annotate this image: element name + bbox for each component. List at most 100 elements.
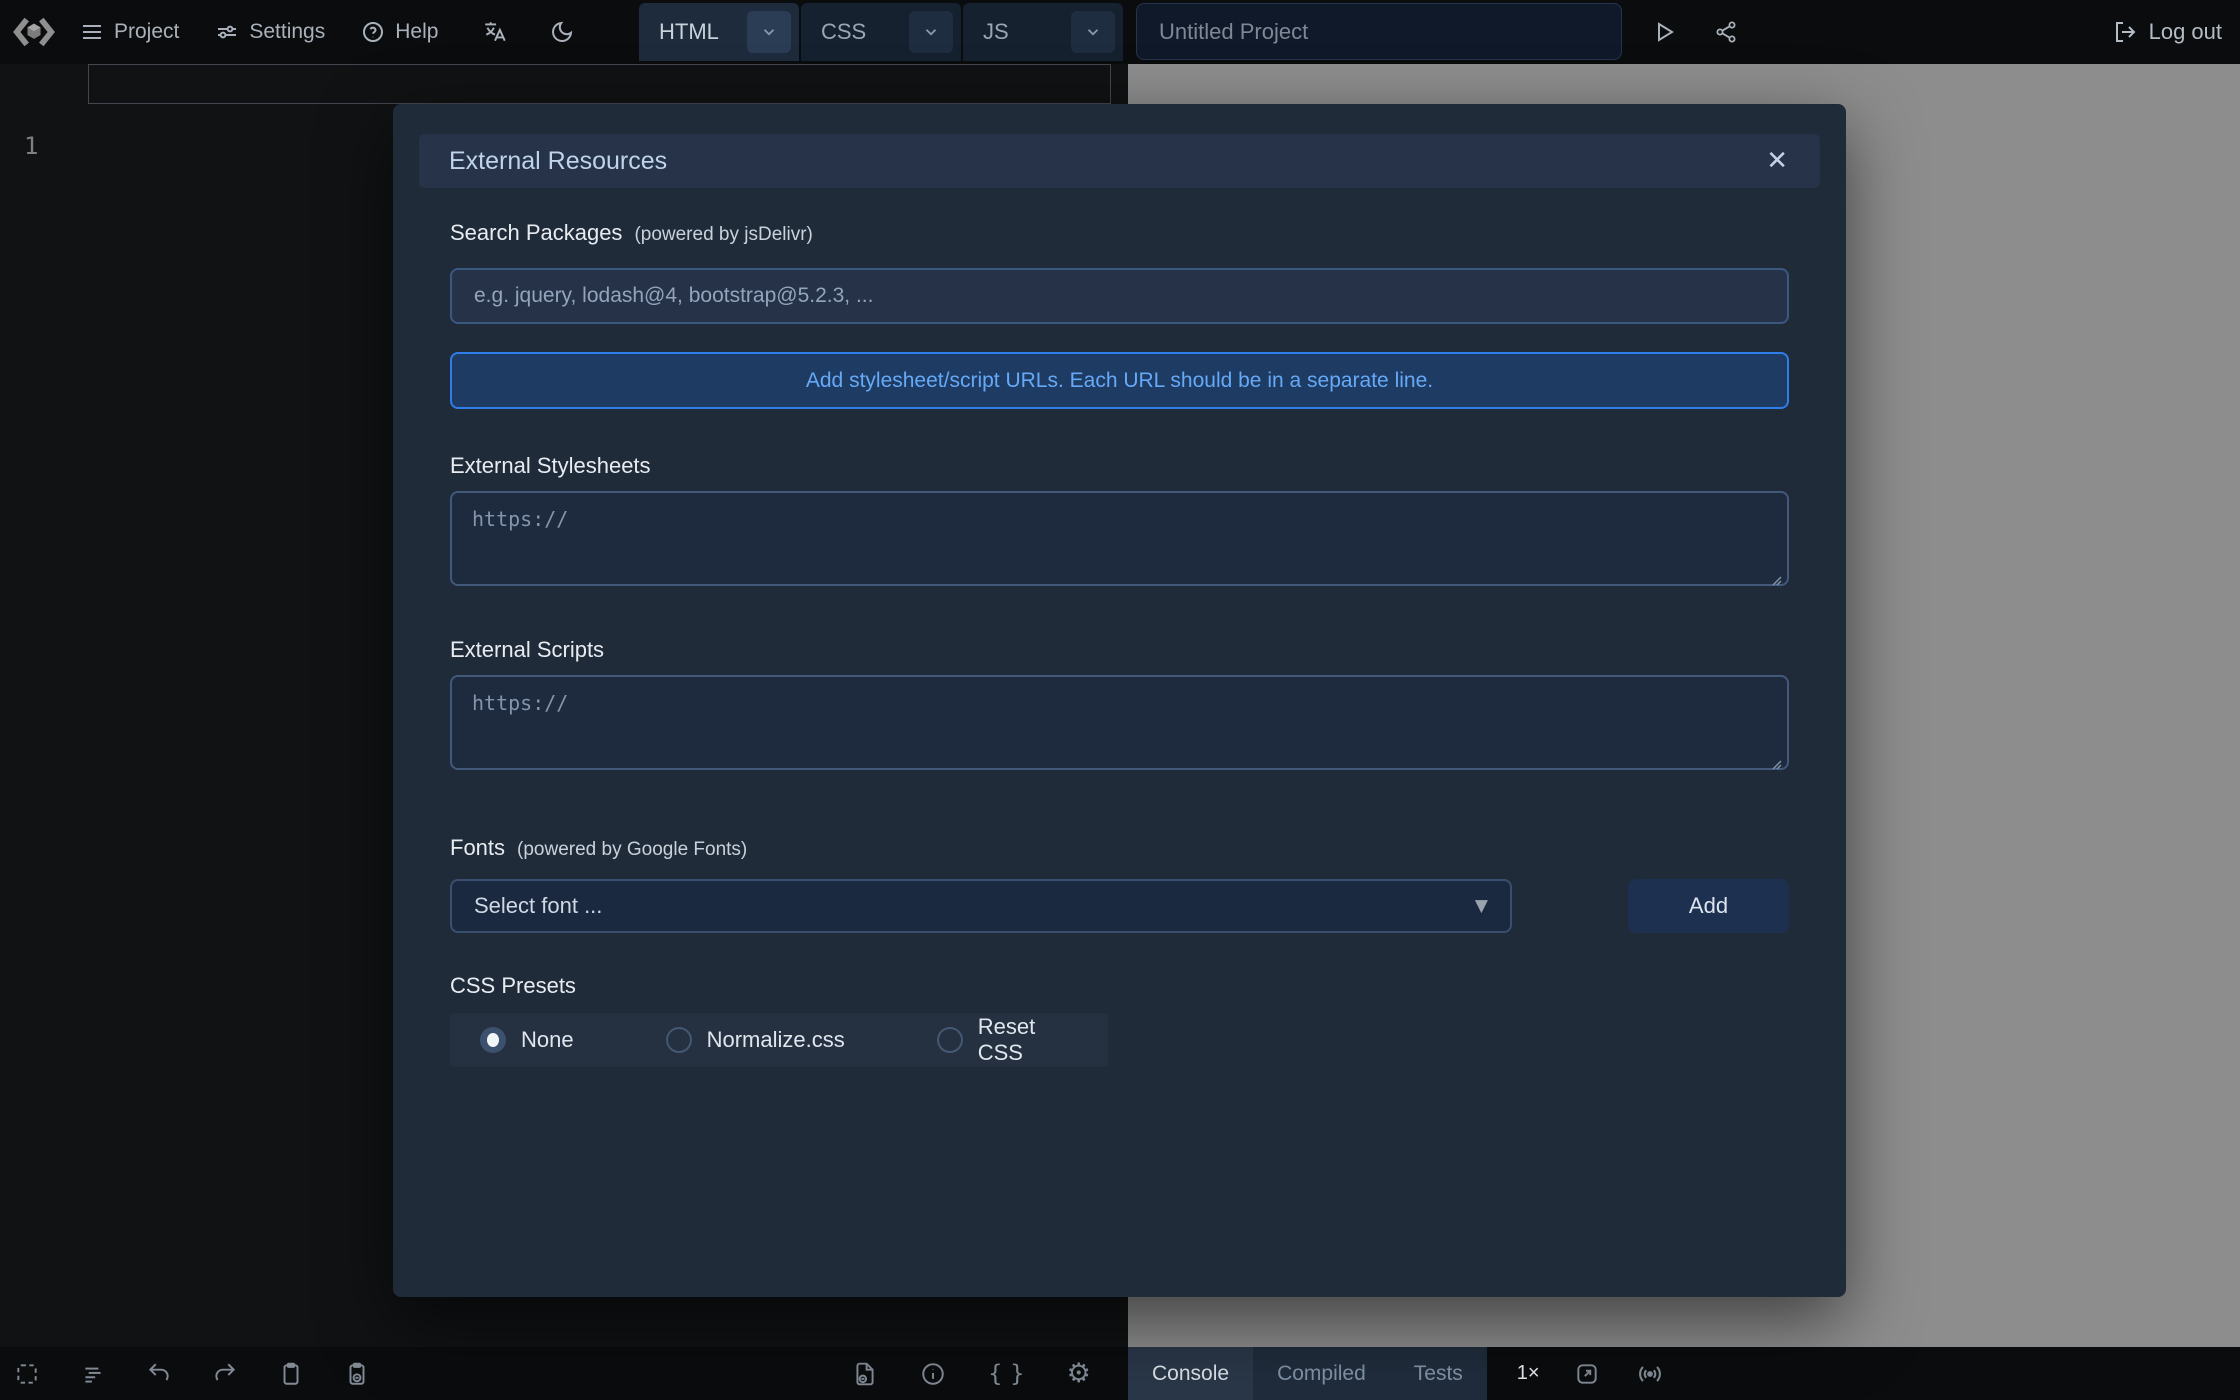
external-scripts-label: External Scripts bbox=[450, 637, 604, 663]
file-settings-icon bbox=[852, 1361, 878, 1387]
add-font-button-label: Add bbox=[1689, 893, 1728, 918]
tests-tab-label: Tests bbox=[1414, 1362, 1463, 1385]
font-select[interactable]: Select font ... ▼ bbox=[450, 879, 1512, 933]
tab-js-label: JS bbox=[983, 19, 1009, 45]
help-circle-icon bbox=[361, 20, 385, 44]
settings-menu[interactable]: Settings bbox=[201, 12, 339, 52]
close-icon: ✕ bbox=[1766, 146, 1788, 176]
broadcast-button[interactable] bbox=[1636, 1360, 1664, 1388]
external-stylesheets-textarea[interactable] bbox=[450, 491, 1789, 586]
search-packages-hint: (powered by jsDelivr) bbox=[634, 224, 812, 246]
select-arrow-icon: ▼ bbox=[1475, 896, 1488, 916]
preset-none-label: None bbox=[521, 1027, 574, 1053]
external-resources-modal: External Resources ✕ Search Packages (po… bbox=[393, 104, 1846, 1297]
settings-menu-label: Settings bbox=[249, 20, 325, 44]
editor-language-tabs: HTML CSS JS bbox=[639, 3, 1123, 61]
tab-css-dropdown[interactable] bbox=[909, 11, 953, 53]
selection-box-icon bbox=[14, 1361, 40, 1387]
fonts-hint: (powered by Google Fonts) bbox=[517, 839, 747, 861]
open-in-new-window-button[interactable] bbox=[1574, 1361, 1600, 1387]
logo-icon bbox=[11, 9, 57, 55]
gear-icon: ⚙ bbox=[1067, 1360, 1091, 1387]
tab-js[interactable]: JS bbox=[963, 3, 1123, 61]
project-title-input[interactable] bbox=[1136, 3, 1622, 60]
share-button[interactable] bbox=[1702, 12, 1750, 52]
preset-option-normalize[interactable]: Normalize.css bbox=[666, 1027, 845, 1053]
radio-unselected-icon bbox=[937, 1027, 963, 1053]
search-packages-label: Search Packages bbox=[450, 220, 622, 246]
share-icon bbox=[1714, 20, 1738, 44]
external-link-icon bbox=[1574, 1361, 1600, 1387]
preset-option-reset[interactable]: Reset CSS bbox=[937, 1014, 1078, 1066]
chevron-down-icon bbox=[760, 23, 778, 41]
console-tab-label: Console bbox=[1152, 1362, 1229, 1385]
preset-option-none[interactable]: None bbox=[480, 1027, 574, 1053]
undo-button[interactable] bbox=[146, 1361, 172, 1387]
project-info-button[interactable] bbox=[920, 1361, 946, 1387]
radio-selected-icon bbox=[480, 1027, 506, 1053]
modal-title: External Resources bbox=[449, 147, 667, 176]
undo-icon bbox=[146, 1361, 172, 1387]
result-zoom-level[interactable]: 1× bbox=[1517, 1362, 1540, 1385]
url-info-banner: Add stylesheet/script URLs. Each URL sho… bbox=[450, 352, 1789, 409]
sliders-icon bbox=[215, 20, 239, 44]
compiled-tab[interactable]: Compiled bbox=[1253, 1347, 1390, 1400]
tab-css-label: CSS bbox=[821, 19, 866, 45]
package-search-input[interactable] bbox=[450, 268, 1789, 324]
moon-icon bbox=[550, 20, 574, 44]
css-presets-label: CSS Presets bbox=[450, 973, 576, 999]
app-root: Project Settings Help bbox=[0, 0, 2240, 1400]
translate-icon bbox=[482, 19, 508, 45]
font-select-value: Select font ... bbox=[474, 893, 602, 919]
project-menu[interactable]: Project bbox=[66, 12, 193, 52]
app-settings-button[interactable]: ⚙ bbox=[1067, 1360, 1091, 1387]
chevron-down-icon bbox=[1084, 23, 1102, 41]
copy-button[interactable] bbox=[278, 1361, 304, 1387]
url-info-banner-text: Add stylesheet/script URLs. Each URL sho… bbox=[806, 369, 1433, 393]
format-code-button[interactable] bbox=[80, 1361, 106, 1387]
help-menu[interactable]: Help bbox=[347, 12, 452, 52]
custom-settings-button[interactable] bbox=[852, 1361, 878, 1387]
logout-button[interactable]: Log out bbox=[2113, 19, 2222, 45]
tab-js-dropdown[interactable] bbox=[1071, 11, 1115, 53]
chevron-down-icon bbox=[922, 23, 940, 41]
modal-header: External Resources ✕ bbox=[419, 134, 1820, 188]
clipboard-icon bbox=[278, 1361, 304, 1387]
hamburger-icon bbox=[80, 20, 104, 44]
tab-html[interactable]: HTML bbox=[639, 3, 799, 61]
console-tab[interactable]: Console bbox=[1128, 1347, 1253, 1400]
add-font-button[interactable]: Add bbox=[1628, 879, 1789, 933]
info-icon bbox=[920, 1361, 946, 1387]
tab-html-label: HTML bbox=[659, 19, 719, 45]
run-button[interactable] bbox=[1640, 12, 1688, 52]
external-scripts-textarea[interactable] bbox=[450, 675, 1789, 770]
redo-button[interactable] bbox=[212, 1361, 238, 1387]
clipboard-minus-icon bbox=[344, 1361, 370, 1387]
help-menu-label: Help bbox=[395, 20, 438, 44]
redo-icon bbox=[212, 1361, 238, 1387]
tab-html-dropdown[interactable] bbox=[747, 11, 791, 53]
dark-mode-toggle[interactable] bbox=[538, 12, 586, 52]
css-presets-group: None Normalize.css Reset CSS bbox=[450, 1013, 1108, 1067]
tab-css[interactable]: CSS bbox=[801, 3, 961, 61]
focus-mode-button[interactable] bbox=[14, 1361, 40, 1387]
project-menu-label: Project bbox=[114, 20, 179, 44]
logout-icon bbox=[2113, 20, 2137, 44]
bottom-toolbar: { } ⚙ Console Compiled Tests 1× bbox=[0, 1347, 2240, 1400]
modal-close-button[interactable]: ✕ bbox=[1758, 142, 1796, 180]
tests-tab[interactable]: Tests bbox=[1390, 1347, 1487, 1400]
external-stylesheets-label: External Stylesheets bbox=[450, 453, 651, 479]
editor-settings-button[interactable]: { } bbox=[988, 1361, 1025, 1387]
language-button[interactable] bbox=[470, 11, 520, 53]
radio-unselected-icon bbox=[666, 1027, 692, 1053]
line-number: 1 bbox=[24, 132, 38, 160]
preset-reset-label: Reset CSS bbox=[978, 1014, 1078, 1066]
app-logo[interactable] bbox=[10, 8, 58, 56]
broadcast-icon bbox=[1636, 1360, 1664, 1388]
format-lines-icon bbox=[80, 1361, 106, 1387]
logout-label: Log out bbox=[2149, 19, 2222, 45]
current-line-highlight bbox=[88, 64, 1111, 104]
play-icon bbox=[1652, 20, 1676, 44]
copy-snippet-button[interactable] bbox=[344, 1361, 370, 1387]
compiled-tab-label: Compiled bbox=[1277, 1362, 1366, 1385]
